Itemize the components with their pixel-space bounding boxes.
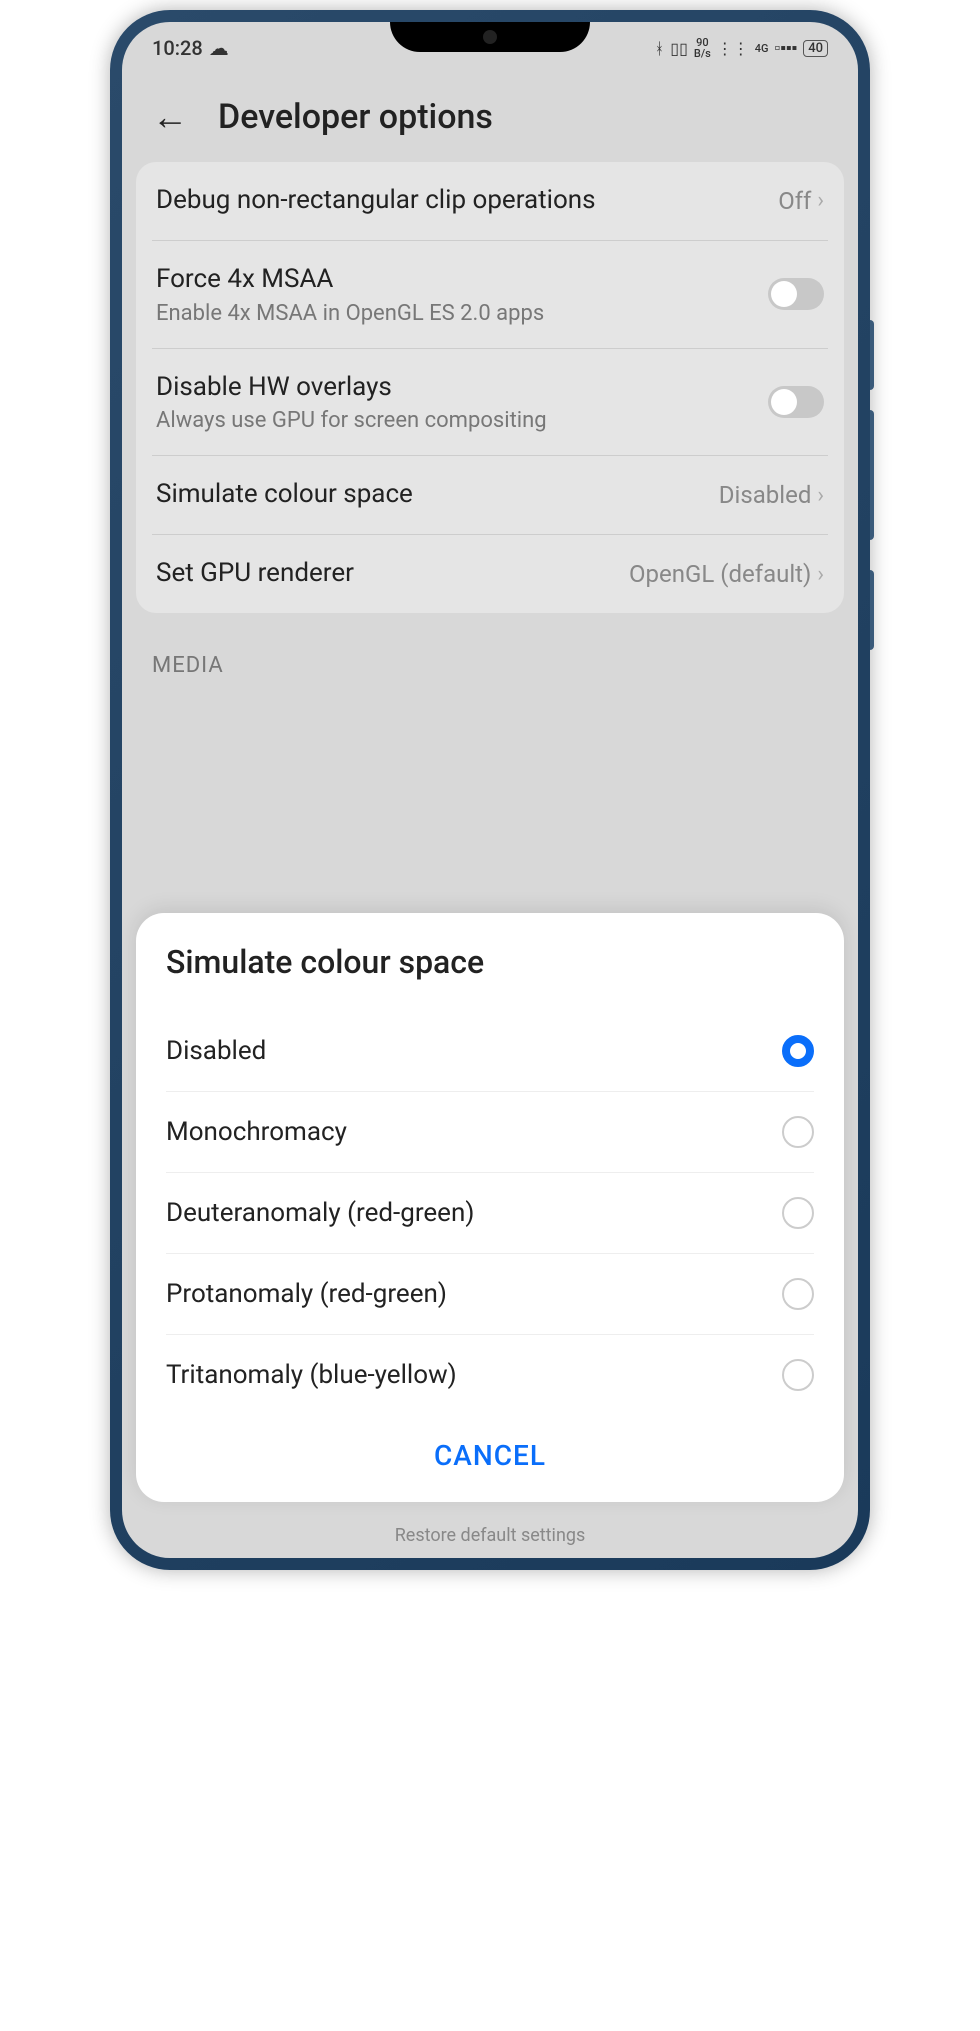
option-deuteranomaly[interactable]: Deuteranomaly (red-green) xyxy=(166,1173,814,1254)
radio-icon[interactable] xyxy=(782,1197,814,1229)
setting-disable-hw-overlays[interactable]: Disable HW overlays Always use GPU for s… xyxy=(152,349,828,457)
setting-title: Force 4x MSAA xyxy=(156,263,768,297)
colour-space-modal: Simulate colour space Disabled Monochrom… xyxy=(136,913,844,1502)
net-speed: 90B/s xyxy=(694,37,711,59)
radio-icon[interactable] xyxy=(782,1116,814,1148)
wechat-icon: ☁ xyxy=(209,36,229,60)
option-disabled[interactable]: Disabled xyxy=(166,1011,814,1092)
option-protanomaly[interactable]: Protanomaly (red-green) xyxy=(166,1254,814,1335)
option-label: Deuteranomaly (red-green) xyxy=(166,1198,474,1228)
wifi-icon: ⋮⋮ xyxy=(717,39,749,58)
setting-value: OpenGL (default) xyxy=(629,560,811,588)
option-label: Tritanomaly (blue-yellow) xyxy=(166,1360,457,1390)
modal-title: Simulate colour space xyxy=(166,943,814,981)
radio-icon[interactable] xyxy=(782,1359,814,1391)
side-button[interactable] xyxy=(870,320,874,390)
radio-icon[interactable] xyxy=(782,1035,814,1067)
section-label-media: MEDIA xyxy=(122,613,858,688)
option-label: Protanomaly (red-green) xyxy=(166,1279,447,1309)
screen: 10:28 ☁ ᚼ ▯▯ 90B/s ⋮⋮ 4G ▫▪▪▪ 40 ← Devel… xyxy=(122,22,858,1558)
settings-card: Debug non-rectangular clip operations Of… xyxy=(136,162,844,613)
signal-icon: ▫▪▪▪ xyxy=(775,38,798,58)
setting-title: Disable HW overlays xyxy=(156,371,768,405)
setting-value: Off xyxy=(778,187,811,215)
setting-title: Set GPU renderer xyxy=(156,557,629,591)
setting-title: Debug non-rectangular clip operations xyxy=(156,184,778,218)
volume-button[interactable] xyxy=(870,410,874,540)
cancel-button[interactable]: CANCEL xyxy=(166,1415,814,1478)
page-header: ← Developer options xyxy=(122,66,858,162)
setting-title: Simulate colour space xyxy=(156,478,719,512)
phone-frame: 10:28 ☁ ᚼ ▯▯ 90B/s ⋮⋮ 4G ▫▪▪▪ 40 ← Devel… xyxy=(110,10,870,1570)
chevron-right-icon: › xyxy=(817,483,824,508)
page-title: Developer options xyxy=(218,97,493,137)
option-monochromacy[interactable]: Monochromacy xyxy=(166,1092,814,1173)
back-arrow-icon[interactable]: ← xyxy=(152,96,188,138)
vibrate-icon: ▯▯ xyxy=(670,39,688,58)
power-button[interactable] xyxy=(870,570,874,650)
status-time: 10:28 xyxy=(152,36,203,60)
setting-simulate-colour-space[interactable]: Simulate colour space Disabled › xyxy=(152,456,828,535)
restore-hint: Restore default settings xyxy=(122,1525,858,1546)
option-label: Monochromacy xyxy=(166,1117,347,1147)
toggle-switch[interactable] xyxy=(768,278,824,310)
net-type: 4G xyxy=(755,43,769,54)
setting-force-msaa[interactable]: Force 4x MSAA Enable 4x MSAA in OpenGL E… xyxy=(152,241,828,349)
setting-value: Disabled xyxy=(719,481,812,509)
toggle-switch[interactable] xyxy=(768,386,824,418)
notch xyxy=(390,22,590,52)
setting-gpu-renderer[interactable]: Set GPU renderer OpenGL (default) › xyxy=(152,535,828,613)
chevron-right-icon: › xyxy=(817,188,824,213)
battery-icon: 40 xyxy=(803,40,828,57)
setting-subtitle: Always use GPU for screen compositing xyxy=(156,408,768,433)
option-tritanomaly[interactable]: Tritanomaly (blue-yellow) xyxy=(166,1335,814,1415)
radio-icon[interactable] xyxy=(782,1278,814,1310)
chevron-right-icon: › xyxy=(817,562,824,587)
bluetooth-icon: ᚼ xyxy=(655,39,665,58)
setting-subtitle: Enable 4x MSAA in OpenGL ES 2.0 apps xyxy=(156,301,768,326)
option-label: Disabled xyxy=(166,1036,266,1066)
setting-debug-clip[interactable]: Debug non-rectangular clip operations Of… xyxy=(152,162,828,241)
